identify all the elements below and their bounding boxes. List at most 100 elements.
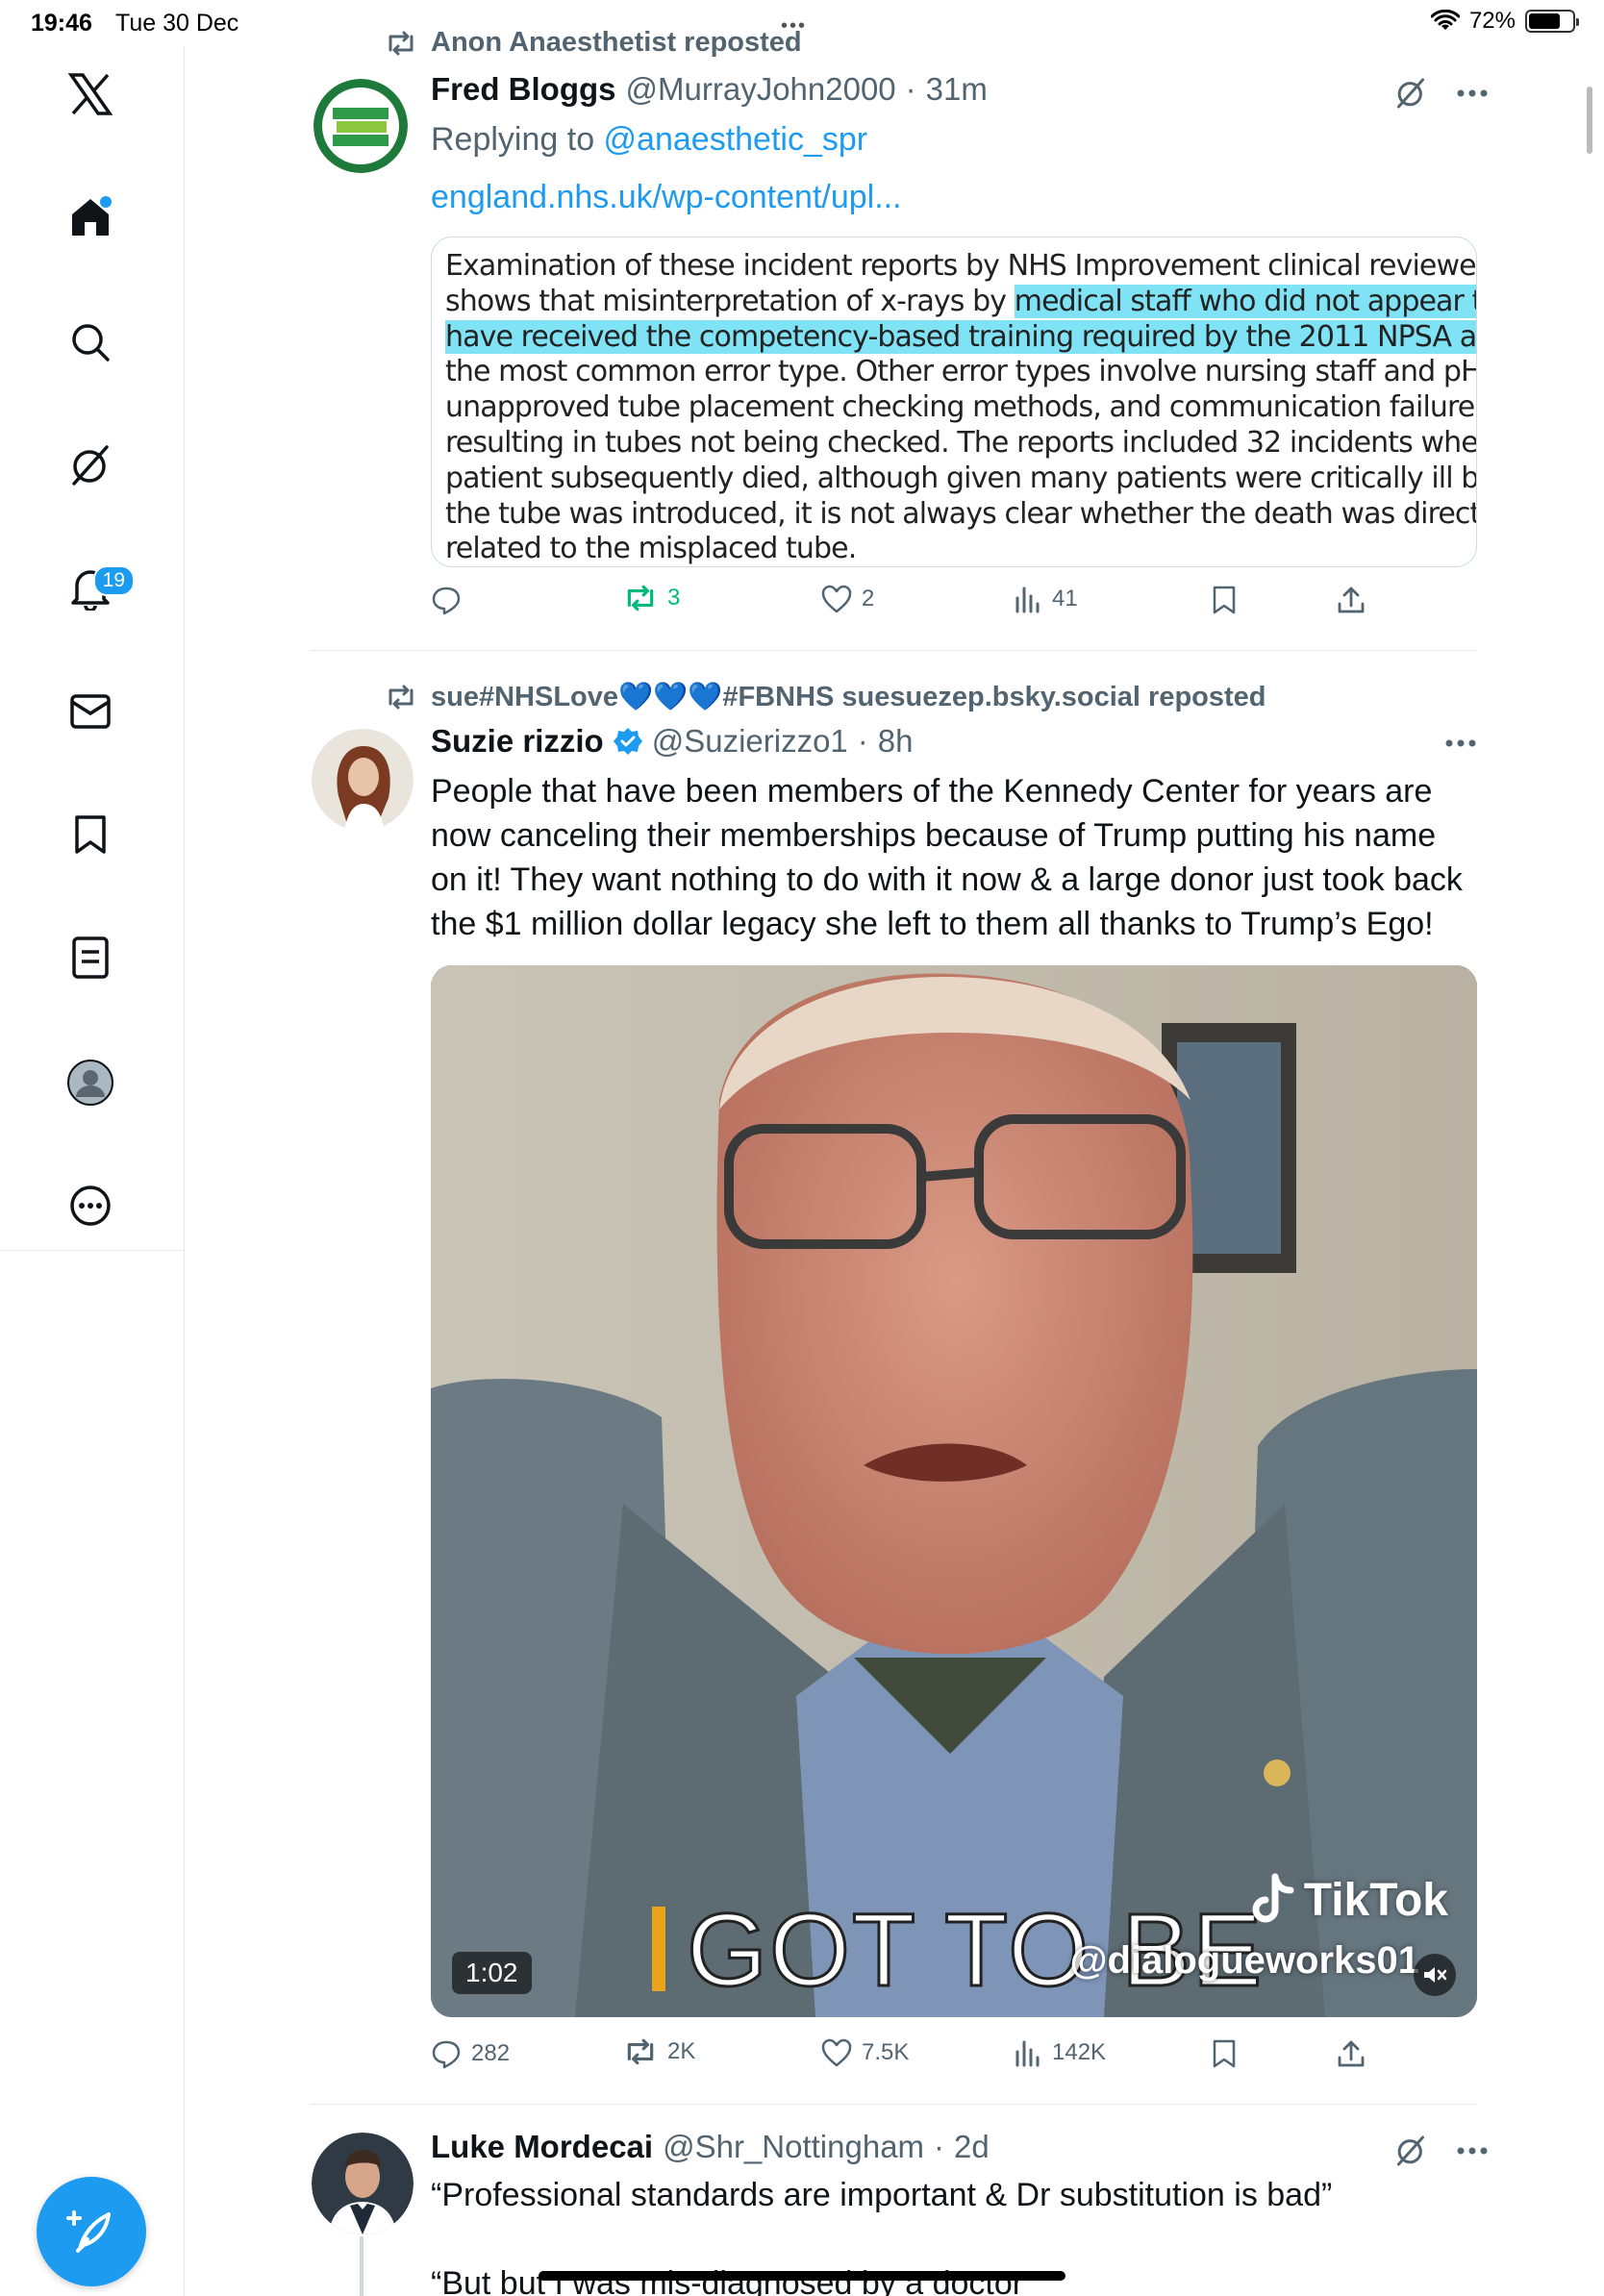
repost-icon bbox=[627, 2038, 654, 2065]
views-count: 142K bbox=[1052, 2039, 1107, 2065]
tweet-text-line: on it! They want nothing to do with it n… bbox=[431, 861, 1463, 898]
repost-icon bbox=[388, 685, 414, 710]
mute-button[interactable] bbox=[1414, 1954, 1456, 1996]
reply-icon bbox=[432, 2040, 461, 2069]
card-text: related to the misplaced tube. bbox=[445, 532, 857, 566]
profile-icon[interactable] bbox=[63, 1056, 117, 1110]
card-text-line: Examination of these incident reports by… bbox=[445, 249, 1476, 285]
x-logo-icon[interactable] bbox=[63, 67, 117, 121]
bookmark-button[interactable] bbox=[1212, 585, 1237, 615]
author-handle[interactable]: @MurrayJohn2000 bbox=[626, 71, 896, 108]
tweet-text: People that have been members of the Ken… bbox=[431, 769, 1489, 946]
separator-dot: · bbox=[934, 2129, 945, 2164]
attached-image-card[interactable]: Examination of these incident reports by… bbox=[431, 237, 1477, 567]
card-text: shows that misinterpretation of x-rays b… bbox=[445, 284, 1015, 318]
lists-icon[interactable] bbox=[63, 931, 117, 985]
bookmark-icon bbox=[1213, 586, 1236, 614]
repost-icon bbox=[627, 585, 654, 611]
messages-icon[interactable] bbox=[63, 685, 117, 738]
like-count: 2 bbox=[862, 586, 875, 611]
avatar[interactable] bbox=[313, 79, 408, 173]
card-text: Examination of these incident reports by… bbox=[445, 249, 1477, 283]
verified-badge-icon bbox=[613, 728, 642, 755]
card-text-line: shows that misinterpretation of x-rays b… bbox=[445, 284, 1476, 320]
compose-button[interactable] bbox=[37, 2177, 146, 2286]
repost-indicator[interactable]: Anon Anaesthetist reposted bbox=[385, 27, 802, 59]
like-button[interactable]: 2 bbox=[821, 585, 874, 613]
tiktok-handle: @dialogueworks01 bbox=[1069, 1939, 1419, 1982]
repost-button[interactable]: 2K bbox=[623, 2038, 695, 2065]
heart-icon bbox=[821, 585, 852, 613]
replying-to-line: Replying to @anaesthetic_spr bbox=[431, 117, 867, 162]
heart-icon bbox=[821, 2038, 852, 2067]
bookmarks-icon[interactable] bbox=[63, 808, 117, 861]
card-text: the tube was introduced, it is not alway… bbox=[445, 496, 1477, 531]
repost-count: 2K bbox=[667, 2038, 696, 2064]
search-icon[interactable] bbox=[63, 315, 117, 369]
video-player[interactable]: 1:02 GOT TO BE TikTok @dialogueworks01 bbox=[431, 965, 1477, 2017]
tweet-time[interactable]: 2d bbox=[954, 2129, 990, 2165]
tweet-divider bbox=[310, 650, 1477, 651]
author-name[interactable]: Luke Mordecai bbox=[431, 2129, 653, 2165]
reply-button[interactable]: 282 bbox=[431, 2038, 510, 2069]
views-button[interactable]: 41 bbox=[1014, 585, 1078, 613]
card-text: the most common error type. Other error … bbox=[445, 355, 1477, 389]
card-text-line: the tube was introduced, it is not alway… bbox=[445, 497, 1476, 533]
reply-button[interactable] bbox=[431, 585, 471, 615]
caption-bar bbox=[652, 1907, 665, 1991]
grok-icon[interactable] bbox=[1394, 77, 1427, 110]
repost-by-text: Anon Anaesthetist reposted bbox=[431, 27, 802, 58]
status-time: 19:46 bbox=[31, 10, 92, 37]
card-text-line: unapproved tube placement checking metho… bbox=[445, 390, 1476, 426]
more-icon[interactable] bbox=[63, 1179, 117, 1233]
notifications-icon[interactable]: 19 bbox=[63, 562, 135, 615]
views-icon bbox=[1015, 586, 1040, 613]
author-handle[interactable]: @Suzierizzo1 bbox=[652, 723, 848, 760]
views-icon bbox=[1015, 2040, 1040, 2067]
share-button[interactable] bbox=[1337, 585, 1366, 615]
tweet-time[interactable]: 8h bbox=[878, 723, 914, 760]
thread-line bbox=[360, 2236, 363, 2296]
video-frame bbox=[431, 965, 1477, 2017]
tweet-time[interactable]: 31m bbox=[926, 71, 988, 108]
video-duration: 1:02 bbox=[452, 1952, 532, 1994]
share-button[interactable] bbox=[1337, 2038, 1366, 2069]
author-handle[interactable]: @Shr_Nottingham bbox=[663, 2129, 924, 2165]
tweet-actions: 3 2 41 bbox=[431, 585, 1477, 623]
share-icon bbox=[1338, 586, 1365, 613]
more-options-icon[interactable] bbox=[1444, 738, 1477, 748]
tweet-text-line: “Professional standards are important & … bbox=[431, 2177, 1333, 2213]
sidebar: 19 bbox=[0, 46, 185, 2296]
repost-by-text: sue#NHSLove💙💙💙#FBNHS suesuezep.bsky.soci… bbox=[431, 682, 1266, 712]
replying-to-handle[interactable]: @anaesthetic_spr bbox=[604, 121, 868, 158]
home-indicator[interactable] bbox=[539, 2271, 1065, 2281]
home-icon[interactable] bbox=[63, 190, 117, 244]
like-button[interactable]: 7.5K bbox=[821, 2038, 909, 2067]
grok-icon[interactable] bbox=[1394, 2134, 1427, 2167]
reply-count: 282 bbox=[471, 2040, 511, 2066]
repost-icon bbox=[388, 31, 414, 55]
tiktok-brand: TikTok bbox=[1303, 1874, 1448, 1926]
scrollbar[interactable] bbox=[1587, 87, 1592, 154]
tweet-divider bbox=[310, 2104, 1477, 2105]
card-text: unapproved tube placement checking metho… bbox=[445, 390, 1477, 425]
tweet-link[interactable]: england.nhs.uk/wp-content/upl... bbox=[431, 175, 902, 219]
compose-icon bbox=[66, 2210, 111, 2253]
tweet-text-line: now canceling their memberships because … bbox=[431, 817, 1437, 854]
author-name[interactable]: Fred Bloggs bbox=[431, 71, 616, 108]
separator-dot: · bbox=[857, 723, 868, 759]
views-button[interactable]: 142K bbox=[1014, 2038, 1106, 2067]
avatar[interactable] bbox=[312, 2133, 414, 2234]
reply-icon bbox=[432, 586, 461, 615]
separator-dot: · bbox=[905, 71, 916, 107]
bookmark-button[interactable] bbox=[1212, 2038, 1237, 2069]
more-options-icon[interactable] bbox=[1456, 2146, 1489, 2156]
card-text-line: resulting in tubes not being checked. Th… bbox=[445, 426, 1476, 462]
card-highlight: have received the competency-based train… bbox=[445, 319, 1476, 354]
grok-icon[interactable] bbox=[63, 438, 117, 492]
repost-indicator[interactable]: sue#NHSLove💙💙💙#FBNHS suesuezep.bsky.soci… bbox=[385, 681, 1266, 713]
more-options-icon[interactable] bbox=[1456, 88, 1489, 98]
author-name[interactable]: Suzie rizzio bbox=[431, 723, 604, 760]
repost-button[interactable]: 3 bbox=[623, 585, 680, 611]
avatar[interactable] bbox=[312, 729, 414, 831]
